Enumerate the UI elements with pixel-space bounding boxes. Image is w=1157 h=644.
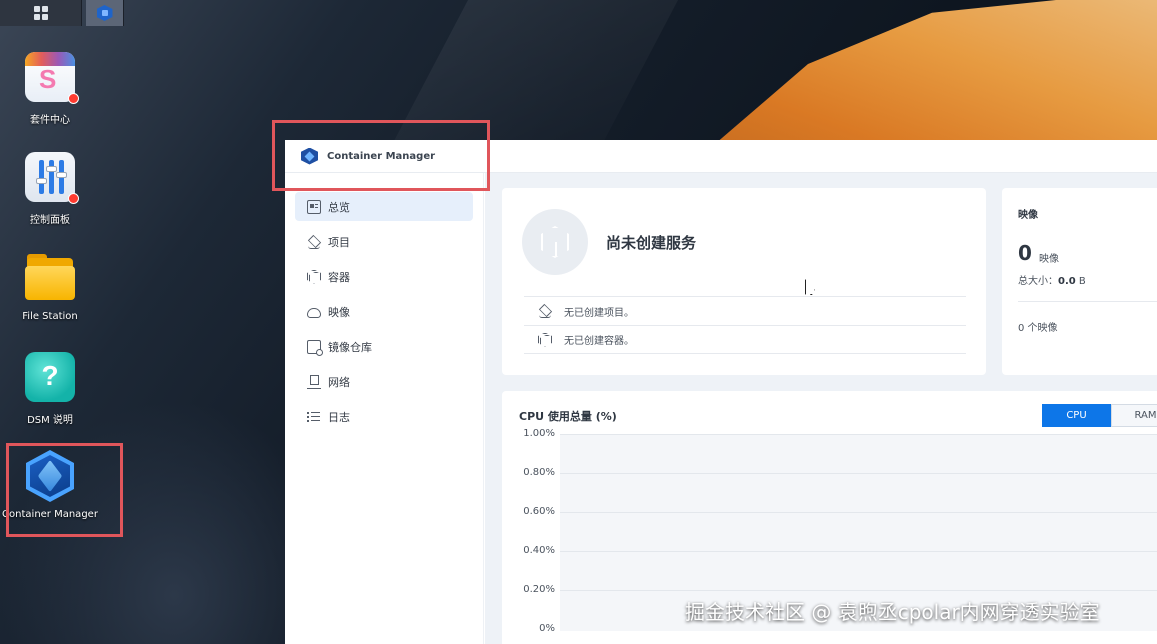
sidebar-item-overview[interactable]: 总览 (295, 192, 473, 221)
grid-line (560, 512, 1157, 513)
y-tick-label: 0.20% (523, 584, 555, 595)
sidebar-item-label: 镜像仓库 (328, 340, 372, 354)
image-size-value: 0.0 (1058, 276, 1076, 287)
notification-badge (68, 193, 79, 204)
highlight-box-window-title (272, 120, 490, 191)
log-icon (307, 410, 321, 424)
cpu-chart-title: CPU 使用总量 (%) (519, 410, 617, 423)
sidebar-item-label: 映像 (328, 305, 350, 319)
service-row-text: 无已创建项目。 (564, 307, 634, 319)
image-card-title: 映像 (1018, 210, 1038, 221)
desktop-icon-label: 套件中心 (30, 115, 70, 126)
grid-icon (33, 6, 48, 20)
cube-icon (307, 269, 321, 284)
service-card: 尚未创建服务 无已创建项目。 无已创建容器。 (502, 188, 986, 375)
grid-line (560, 590, 1157, 591)
sidebar-item-label: 网络 (328, 375, 350, 389)
image-card[interactable]: 映像 0 映像 总大小：0.0 B 0 个映像 (1002, 188, 1157, 375)
desktop-icon-package-center[interactable]: S 套件中心 (0, 52, 100, 126)
image-size-unit: B (1078, 276, 1086, 287)
desktop-icon-dsm-help[interactable]: ? DSM 说明 (0, 352, 100, 426)
sidebar-item-network[interactable]: 网络 (295, 367, 473, 396)
image-count: 0 (1018, 241, 1032, 265)
cube-icon (538, 332, 552, 347)
layers-icon (538, 304, 552, 318)
sidebar-item-label: 日志 (328, 410, 350, 424)
y-tick-label: 0.80% (523, 467, 555, 478)
y-tick-label: 0.60% (523, 506, 555, 517)
taskbar-container-manager-button[interactable] (86, 0, 124, 26)
desktop-icon-file-station[interactable]: File Station (0, 252, 100, 322)
desktop-icon-label: 控制面板 (30, 215, 70, 226)
sidebar-item-registry[interactable]: 镜像仓库 (295, 332, 473, 361)
notification-badge (68, 93, 79, 104)
sidebar-item-image[interactable]: 映像 (295, 297, 473, 326)
overview-icon (307, 199, 321, 214)
grid-line (560, 434, 1157, 435)
package-center-icon: S (25, 52, 79, 104)
sidebar-item-container[interactable]: 容器 (295, 262, 473, 291)
grid-line (560, 473, 1157, 474)
watermark-text: 掘金技术社区 @ 袁煦丞cpolar内网穿透实验室 (685, 600, 1100, 624)
service-placeholder-icon (522, 209, 588, 275)
sidebar-item-project[interactable]: 项目 (295, 227, 473, 256)
service-row-project: 无已创建项目。 (524, 296, 966, 325)
control-panel-icon (25, 152, 79, 204)
layers-icon (307, 235, 321, 249)
service-title: 尚未创建服务 (606, 234, 697, 252)
container-manager-icon (96, 5, 113, 21)
highlight-box-desktop-icon (6, 443, 123, 537)
desktop-icon-label: DSM 说明 (27, 415, 73, 426)
main-content: 尚未创建服务 无已创建项目。 无已创建容器。 映像 0 映像 总大小：0.0 B… (485, 173, 1157, 644)
y-tick-label: 1.00% (523, 428, 555, 439)
y-tick-label: 0% (539, 623, 555, 634)
sidebar-item-label: 容器 (328, 270, 350, 284)
image-summary: 0 个映像 (1018, 323, 1058, 334)
tab-ram[interactable]: RAM (1111, 404, 1157, 427)
network-icon (307, 374, 321, 389)
desktop-icon-control-panel[interactable]: 控制面板 (0, 152, 100, 226)
cloud-icon (307, 308, 321, 318)
tab-cpu[interactable]: CPU (1042, 404, 1111, 427)
sidebar-item-label: 项目 (328, 235, 350, 249)
image-total-size: 总大小：0.0 B (1018, 272, 1086, 287)
service-row-text: 无已创建容器。 (564, 336, 634, 347)
sidebar-item-log[interactable]: 日志 (295, 402, 473, 431)
image-size-label: 总大小： (1018, 276, 1058, 287)
sidebar: 总览 项目 容器 映像 镜像仓库 网络 日志 (285, 173, 484, 644)
sidebar-item-label: 总览 (328, 200, 350, 214)
desktop-icon-label: File Station (22, 311, 78, 322)
grid-line (560, 551, 1157, 552)
folder-icon (25, 252, 75, 302)
y-tick-label: 0.40% (523, 545, 555, 556)
resource-toggle: CPU RAM (1042, 404, 1157, 427)
main-menu-button[interactable] (0, 0, 82, 26)
container-manager-window: Container Manager 总览 项目 容器 映像 镜像仓库 网络 日志… (285, 140, 1157, 644)
registry-icon (307, 339, 323, 356)
service-row-container: 无已创建容器。 (524, 325, 966, 354)
taskbar (0, 0, 124, 26)
help-icon: ? (25, 352, 75, 402)
divider (1018, 301, 1157, 302)
image-count-label: 映像 (1039, 254, 1059, 265)
